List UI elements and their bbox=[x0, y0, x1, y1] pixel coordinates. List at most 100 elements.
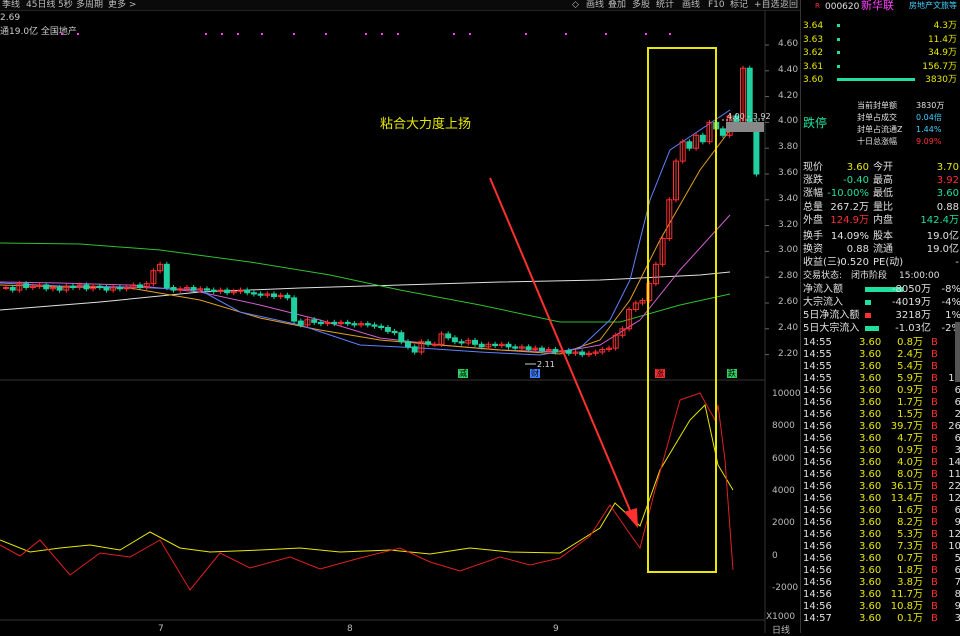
candle-body bbox=[271, 293, 277, 298]
tick-price: 3.60 bbox=[859, 541, 882, 552]
event-badge[interactable]: 跌 bbox=[727, 369, 737, 378]
tick-direction: B bbox=[931, 349, 938, 360]
tick-volume: 4.7万 bbox=[897, 433, 923, 444]
tick-price: 3.60 bbox=[859, 613, 882, 624]
tick-count: 11 bbox=[948, 469, 960, 480]
y-tick: 4.00 bbox=[778, 116, 799, 127]
tick-price: 3.60 bbox=[859, 601, 882, 612]
tick-row[interactable]: 14:56 3.60 8.0万 B 11 bbox=[801, 469, 960, 481]
tick-count: 14 bbox=[948, 457, 960, 468]
event-dot bbox=[77, 33, 79, 35]
quote-value: 3.70 bbox=[936, 162, 959, 173]
tick-count: 9 bbox=[954, 517, 960, 528]
y-tick: 3.60 bbox=[778, 168, 799, 178]
tick-time: 14:55 bbox=[803, 361, 832, 372]
flow-label: 5日净流入额 bbox=[803, 310, 860, 321]
event-dot bbox=[237, 33, 239, 35]
tick-volume: 3.8万 bbox=[897, 577, 923, 588]
y-tick: 4000 bbox=[772, 485, 795, 496]
order-book-row: 3.62 34.9万 bbox=[801, 47, 960, 59]
candle-body bbox=[445, 333, 452, 339]
low-price-label: 2.11 bbox=[537, 360, 555, 369]
candle-body bbox=[699, 134, 706, 143]
candle-body bbox=[719, 128, 726, 136]
event-badge[interactable]: 涨 bbox=[655, 369, 665, 378]
tick-row[interactable]: 14:56 3.60 4.0万 B 14 bbox=[801, 457, 960, 469]
moving-average-line bbox=[0, 109, 731, 356]
y-tick: 4.60 bbox=[778, 39, 799, 49]
tick-row[interactable]: 14:56 3.60 3.8万 B 7 bbox=[801, 577, 960, 589]
tick-count: 7 bbox=[954, 577, 960, 588]
tick-row[interactable]: 14:56 3.60 1.6万 B 6 bbox=[801, 505, 960, 517]
tick-scrollbar[interactable] bbox=[955, 322, 960, 382]
tick-row[interactable]: 14:56 3.60 1.7万 B 6 bbox=[801, 397, 960, 409]
tick-row[interactable]: 14:56 3.60 10.8万 B 9 bbox=[801, 601, 960, 613]
candle-body bbox=[425, 341, 432, 345]
order-bar bbox=[837, 24, 840, 27]
tick-count: 6 bbox=[954, 433, 960, 444]
tick-price: 3.60 bbox=[859, 505, 882, 516]
order-volume: 4.3万 bbox=[933, 21, 957, 31]
tick-direction: B bbox=[931, 589, 938, 600]
tick-row[interactable]: 14:56 3.60 4.7万 B 6 bbox=[801, 433, 960, 445]
tick-row[interactable]: 14:56 3.60 39.7万 B 26 bbox=[801, 421, 960, 433]
tick-direction: B bbox=[931, 565, 938, 576]
price-range-box: 4.00 - 3.92 bbox=[727, 112, 771, 121]
quote-row: 涨幅 -10.00% 最低 3.60 bbox=[801, 188, 960, 200]
tick-row[interactable]: 14:56 3.60 11.7万 B 8 bbox=[801, 589, 960, 601]
moving-average-line bbox=[0, 242, 731, 323]
candle-body bbox=[384, 327, 391, 332]
tick-row[interactable]: 14:56 3.60 1.8万 B 6 bbox=[801, 565, 960, 577]
tick-count: 22 bbox=[948, 481, 960, 492]
quote-label: 收益(三) bbox=[803, 257, 841, 269]
tick-row[interactable]: 14:56 3.60 1.5万 B 2 bbox=[801, 409, 960, 421]
order-bar bbox=[837, 51, 840, 54]
tick-row[interactable]: 14:56 3.60 8.2万 B 9 bbox=[801, 517, 960, 529]
tick-direction: B bbox=[931, 577, 938, 588]
event-dot bbox=[645, 33, 647, 35]
tick-row[interactable]: 14:56 3.60 0.7万 B 5 bbox=[801, 553, 960, 565]
candle-body bbox=[686, 141, 693, 149]
tick-volume: 0.1万 bbox=[897, 613, 923, 624]
y-tick: 3.40 bbox=[778, 193, 799, 204]
flow-pct: -8% bbox=[941, 284, 960, 295]
order-bar bbox=[837, 78, 915, 81]
tick-direction: B bbox=[931, 385, 938, 396]
candle-body bbox=[492, 343, 499, 347]
tick-row[interactable]: 14:553.600.8万B7 bbox=[801, 337, 960, 349]
tick-row[interactable]: 14:56 3.60 0.9万 B 6 bbox=[801, 385, 960, 397]
arrow-head bbox=[624, 508, 638, 528]
tick-row[interactable]: 14:56 3.60 7.3万 B 10 bbox=[801, 541, 960, 553]
event-dot bbox=[381, 33, 383, 35]
tick-row[interactable]: 14:56 3.60 13.4万 B 12 bbox=[801, 493, 960, 505]
candle-body bbox=[43, 284, 50, 290]
y-tick: 2.80 bbox=[778, 271, 799, 282]
order-price: 3.62 bbox=[803, 48, 824, 58]
tick-volume: 1.7万 bbox=[897, 397, 923, 408]
tick-row[interactable]: 14:553.605.4万B7 bbox=[801, 361, 960, 373]
tick-volume: 4.0万 bbox=[897, 457, 923, 468]
quote-label: 今开 bbox=[873, 162, 893, 173]
event-dot bbox=[61, 33, 63, 35]
tick-row[interactable]: 14:553.605.9万B10 bbox=[801, 373, 960, 385]
event-badge[interactable]: 减 bbox=[458, 369, 468, 378]
kline-chart[interactable] bbox=[0, 0, 800, 633]
tick-direction: B bbox=[931, 397, 938, 408]
candle-body bbox=[70, 285, 76, 289]
tick-row[interactable]: 14:56 3.60 36.1万 B 22 bbox=[801, 481, 960, 493]
tick-row[interactable]: 14:56 3.60 0.9万 B 3 bbox=[801, 445, 960, 457]
event-badge[interactable]: 财 bbox=[530, 369, 540, 378]
tick-time: 14:56 bbox=[803, 397, 832, 408]
tick-price: 3.60 bbox=[859, 409, 882, 420]
tick-row[interactable]: 14:57 3.60 0.1万 B 3 bbox=[801, 613, 960, 625]
tick-row[interactable]: 14:56 3.60 5.3万 B 12 bbox=[801, 529, 960, 541]
candle-body bbox=[344, 321, 351, 325]
candle-body bbox=[371, 324, 378, 327]
tick-row[interactable]: 14:553.602.4万B4 bbox=[801, 349, 960, 361]
tick-price: 3.60 bbox=[859, 349, 882, 360]
tick-price: 3.60 bbox=[859, 397, 882, 408]
event-dot bbox=[525, 33, 527, 35]
candle-body bbox=[539, 347, 545, 352]
tick-price: 3.60 bbox=[859, 385, 882, 396]
tick-price: 3.60 bbox=[859, 457, 882, 468]
